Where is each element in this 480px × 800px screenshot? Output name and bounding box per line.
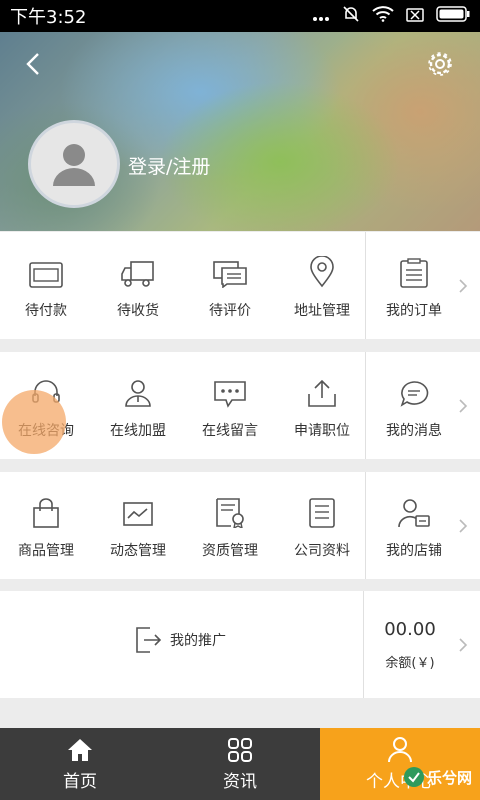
watermark-text: 乐兮网 [426,768,472,787]
pending-review-label: 待评价 [209,302,251,319]
wifi-icon [372,6,394,26]
nav-home[interactable]: 首页 [0,728,160,800]
watermark-logo-icon [403,767,424,787]
my-shop-label: 我的店铺 [386,542,442,559]
chevron-right-icon [459,398,468,413]
grid-icon [228,737,252,762]
balance-caption: 余额(￥) [385,655,435,671]
login-register-link[interactable]: 登录/注册 [128,152,210,179]
online-message-label: 在线留言 [202,422,258,439]
chevron-right-icon [459,518,468,533]
chevron-right-icon [459,278,468,293]
chat-icon [213,260,247,288]
my-messages-label: 我的消息 [386,422,442,439]
pending-payment-button[interactable]: 待付款 [0,232,92,339]
shop-owner-icon [398,498,430,527]
pending-review-button[interactable]: 待评价 [184,232,276,339]
pending-receipt-label: 待收货 [117,302,159,319]
user-silhouette-icon [53,144,95,186]
shopping-bag-icon [33,497,59,528]
chevron-right-icon [459,637,468,652]
my-orders-label: 我的订单 [386,302,442,319]
apply-position-label: 申请职位 [294,422,350,439]
wallet-icon [29,261,63,288]
settings-button[interactable] [424,48,456,80]
my-orders-button[interactable]: 我的订单 [368,232,460,339]
apply-position-button[interactable]: 申请职位 [276,352,368,459]
status-bar: 下午3:52 [0,0,480,32]
pending-payment-label: 待付款 [25,302,67,319]
my-shop-button[interactable]: 我的店铺 [368,472,460,579]
nav-home-label: 首页 [63,771,97,792]
location-pin-icon [310,255,334,287]
more-dots-icon [312,7,330,26]
trend-icon [123,501,153,526]
message-dots-icon [214,380,246,408]
address-management-label: 地址管理 [294,302,350,319]
chevron-left-icon [26,53,39,75]
product-management-button[interactable]: 商品管理 [0,472,92,579]
online-franchise-label: 在线加盟 [110,422,166,439]
nav-news[interactable]: 资讯 [160,728,320,800]
back-button[interactable] [20,50,48,78]
orders-section: 待付款 待收货 待评价 地址管理 我的订单 [0,232,480,339]
nav-news-label: 资讯 [223,771,257,792]
section-divider [365,232,366,339]
address-management-button[interactable]: 地址管理 [276,232,368,339]
bottom-nav: 首页 资讯 个人中心 [0,728,480,800]
management-section: 商品管理 动态管理 资质管理 公司资料 我的店铺 [0,472,480,579]
battery-icon [436,6,470,26]
section-divider [365,352,366,459]
status-time: 下午3:52 [10,7,87,28]
no-sim-icon [406,7,424,26]
company-info-label: 公司资料 [294,542,350,559]
online-message-button[interactable]: 在线留言 [184,352,276,459]
promotion-section: 我的推广 00.00 余额(￥) [0,591,480,698]
my-promotion-label: 我的推广 [170,633,226,649]
speech-bubble-icon [400,380,429,407]
pending-receipt-button[interactable]: 待收货 [92,232,184,339]
avatar[interactable] [28,120,120,208]
my-messages-button[interactable]: 我的消息 [368,352,460,459]
certificate-icon [216,497,244,528]
gear-icon [428,52,452,76]
qualification-management-label: 资质管理 [202,542,258,559]
services-section: 在线咨询 在线加盟 在线留言 申请职位 我的消息 [0,352,480,459]
user-icon [388,736,412,762]
home-icon [68,738,92,761]
balance-button[interactable]: 00.00 余额(￥) [364,591,456,698]
upload-icon [308,379,336,407]
company-info-button[interactable]: 公司资料 [276,472,368,579]
person-icon [125,379,151,407]
nav-profile[interactable]: 个人中心 [320,728,480,800]
news-management-button[interactable]: 动态管理 [92,472,184,579]
news-management-label: 动态管理 [110,542,166,559]
balance-amount: 00.00 [384,618,436,640]
my-promotion-button[interactable]: 我的推广 [136,627,226,653]
clipboard-icon [400,257,428,288]
status-icons [312,5,470,27]
qualification-management-button[interactable]: 资质管理 [184,472,276,579]
share-arrow-icon [136,627,162,653]
profile-header: 登录/注册 [0,32,480,231]
watermark: 乐兮网 [403,766,472,788]
document-list-icon [309,497,335,528]
online-franchise-button[interactable]: 在线加盟 [92,352,184,459]
touch-highlight [2,390,66,454]
section-divider [365,472,366,579]
mute-icon [342,5,360,27]
truck-icon [121,260,154,287]
product-management-label: 商品管理 [18,542,74,559]
